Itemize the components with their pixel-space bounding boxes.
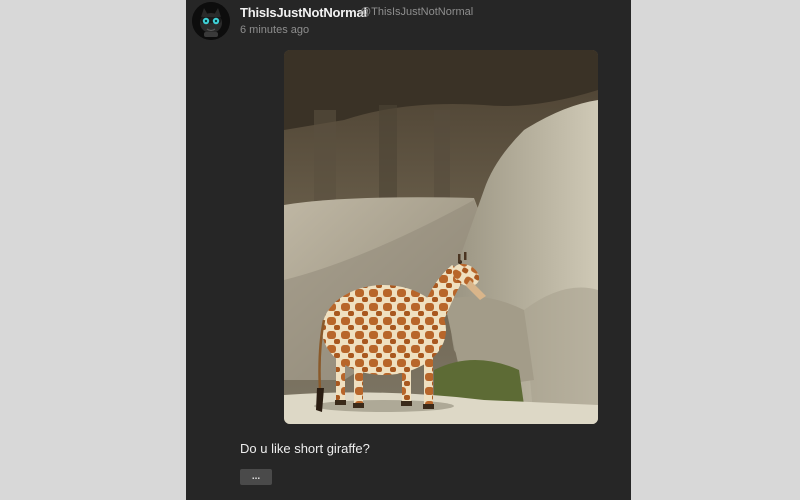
author-avatar[interactable] bbox=[192, 2, 230, 40]
more-options-button[interactable]: ... bbox=[240, 469, 272, 485]
author-display-name[interactable]: ThisIsJustNotNormal bbox=[240, 5, 367, 20]
masked-cat-avatar-icon bbox=[192, 2, 230, 40]
post-image[interactable] bbox=[284, 50, 598, 424]
post-card: ThisIsJustNotNormal @ThisIsJustNotNormal… bbox=[186, 0, 631, 500]
post-timestamp[interactable]: 6 minutes ago bbox=[240, 24, 309, 36]
post-caption: Do u like short giraffe? bbox=[240, 441, 370, 456]
author-handle[interactable]: @ThisIsJustNotNormal bbox=[360, 6, 473, 18]
photo-short-giraffe-icon bbox=[284, 50, 598, 424]
